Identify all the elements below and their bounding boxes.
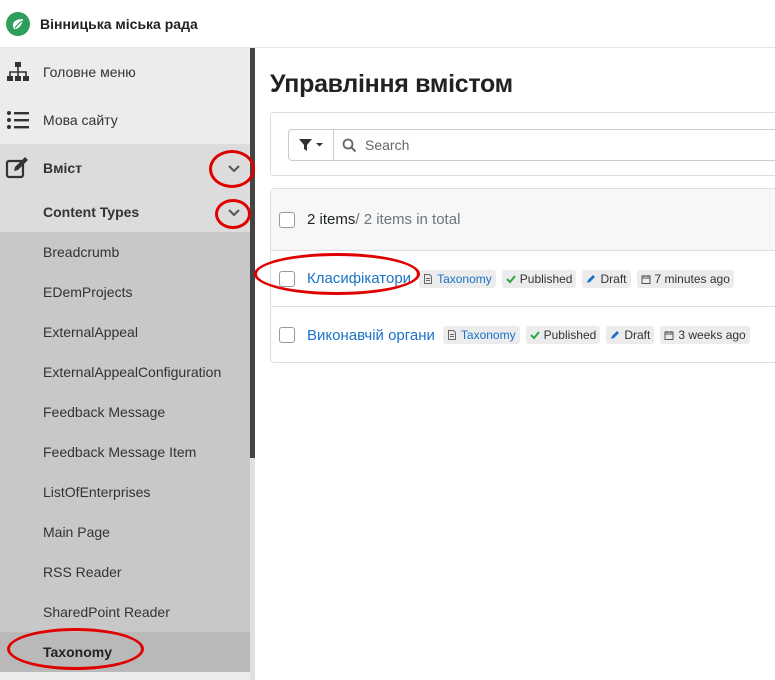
- status-badge: Published: [501, 269, 577, 288]
- sidebar-item-site-language[interactable]: Мова сайту: [0, 96, 250, 144]
- badge-label: Taxonomy: [460, 328, 516, 342]
- draft-badge: Draft: [582, 269, 631, 288]
- badge-label: Draft: [624, 328, 651, 342]
- status-badge: Published: [525, 326, 601, 344]
- document-icon: [447, 330, 456, 340]
- sidebar-submenu-content-types[interactable]: Content Types: [0, 192, 250, 232]
- pencil-icon: [611, 331, 620, 339]
- search-input[interactable]: [365, 137, 745, 153]
- item-title-link[interactable]: Виконавчій органи: [307, 327, 435, 344]
- sidebar-item-label: Головне меню: [43, 64, 136, 80]
- chevron-down-icon[interactable]: [226, 204, 242, 220]
- sidebar-type-breadcrumb[interactable]: Breadcrumb: [0, 232, 250, 272]
- sidebar: Головне меню Мова сайту Вміст Content Ty…: [0, 48, 250, 680]
- main-content: Управління вмістом 2 items / 2 items in …: [255, 48, 775, 680]
- sidebar-item-content[interactable]: Вміст: [0, 144, 250, 192]
- list-header: 2 items / 2 items in total: [271, 189, 775, 251]
- item-title-link[interactable]: Класифікатори: [307, 270, 411, 287]
- top-bar: Вінницька міська рада: [0, 0, 775, 48]
- pencil-icon: [587, 274, 596, 283]
- filter-icon: [299, 139, 323, 151]
- page-title: Управління вмістом: [270, 70, 513, 98]
- sidebar-type-feedback-message[interactable]: Feedback Message: [0, 392, 250, 432]
- sidebar-type-rss-reader[interactable]: RSS Reader: [0, 552, 250, 592]
- sidebar-type-taxonomy[interactable]: Taxonomy: [0, 632, 250, 672]
- site-title[interactable]: Вінницька міська рада: [40, 16, 198, 32]
- sidebar-type-feedback-message-item[interactable]: Feedback Message Item: [0, 432, 250, 472]
- content-type-badge: Taxonomy: [442, 326, 520, 344]
- leaf-logo-icon[interactable]: [6, 11, 30, 36]
- sidebar-type-sharedpoint-reader[interactable]: SharedPoint Reader: [0, 592, 250, 632]
- sidebar-type-listofenterprises[interactable]: ListOfEnterprises: [0, 472, 250, 512]
- items-count: 2 items: [307, 211, 356, 228]
- search-icon: [342, 138, 357, 152]
- sitemap-icon: [4, 60, 32, 84]
- draft-badge: Draft: [606, 326, 655, 344]
- time-badge: 3 weeks ago: [660, 326, 750, 344]
- sidebar-type-externalappeal[interactable]: ExternalAppeal: [0, 312, 250, 352]
- badge-label: Published: [519, 271, 573, 286]
- content-list-card: 2 items / 2 items in total Класифікатори…: [270, 188, 775, 363]
- sidebar-item-main-menu[interactable]: Головне меню: [0, 48, 250, 96]
- row-checkbox[interactable]: [279, 270, 295, 287]
- chevron-down-icon[interactable]: [226, 160, 242, 176]
- content-types-list: Breadcrumb EDemProjects ExternalAppeal E…: [0, 232, 250, 672]
- sidebar-type-edemprojects[interactable]: EDemProjects: [0, 272, 250, 312]
- sidebar-item-label: Вміст: [43, 160, 82, 176]
- submenu-label: Content Types: [43, 204, 140, 220]
- filter-card: [270, 112, 775, 176]
- list-item: Виконавчій органи Taxonomy Published Dra…: [271, 307, 775, 363]
- list-item: Класифікатори Taxonomy Published Draft 7…: [271, 251, 775, 307]
- sidebar-type-main-page[interactable]: Main Page: [0, 512, 250, 552]
- content-type-badge: Taxonomy: [419, 269, 496, 288]
- sidebar-type-externalappealconfiguration[interactable]: ExternalAppealConfiguration: [0, 352, 250, 392]
- sidebar-item-label: Мова сайту: [43, 112, 118, 128]
- badge-label: 7 minutes ago: [654, 271, 730, 286]
- calendar-icon: [641, 274, 650, 284]
- badge-label: Published: [543, 328, 597, 342]
- select-all-checkbox[interactable]: [279, 211, 295, 228]
- calendar-icon: [664, 331, 674, 340]
- search-box: [333, 129, 775, 161]
- list-icon: [4, 108, 32, 132]
- badge-label: Draft: [600, 271, 627, 286]
- time-badge: 7 minutes ago: [636, 269, 734, 288]
- badge-label: Taxonomy: [437, 271, 492, 286]
- row-checkbox[interactable]: [279, 327, 295, 343]
- filter-dropdown-button[interactable]: [288, 129, 334, 161]
- edit-icon: [4, 156, 32, 180]
- document-icon: [424, 273, 433, 284]
- check-icon: [529, 331, 540, 340]
- badge-label: 3 weeks ago: [678, 328, 746, 342]
- items-total: / 2 items in total: [355, 211, 461, 228]
- check-icon: [506, 274, 516, 283]
